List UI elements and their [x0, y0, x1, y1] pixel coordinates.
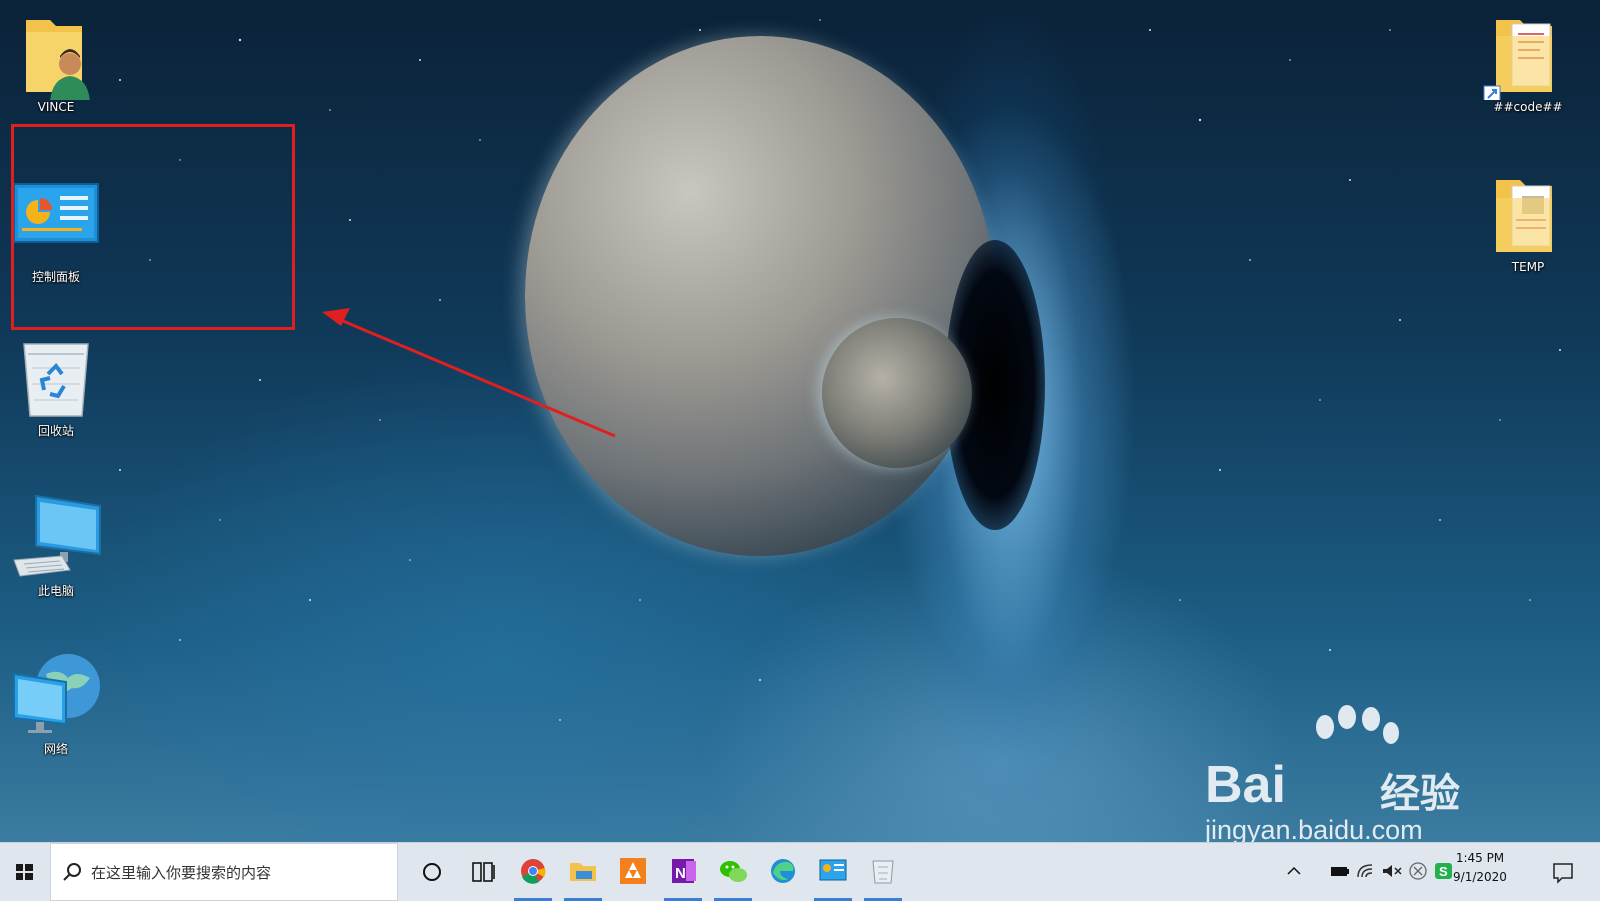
tray-wifi[interactable]	[1354, 859, 1378, 883]
taskbar: 在这里输入你要搜索的内容 N S 1:45 PM 9/1/2020	[0, 842, 1600, 901]
taskbar-app-onenote[interactable]: N	[658, 843, 708, 901]
taskbar-app-wechat[interactable]	[708, 843, 758, 901]
edge-icon	[771, 859, 795, 883]
watermark-brand: Bai	[1205, 756, 1286, 814]
recycle-taskbar-icon	[872, 860, 894, 884]
task-view-button[interactable]	[458, 843, 506, 901]
action-center-button[interactable]	[1548, 857, 1578, 887]
onenote-icon: N	[672, 859, 696, 883]
clock-time: 1:45 PM	[1455, 851, 1505, 865]
close-circle-icon	[1409, 862, 1427, 880]
notification-icon	[1553, 863, 1573, 884]
paw-logo-icon	[1316, 705, 1399, 744]
taskbar-app-explorer[interactable]	[558, 843, 608, 901]
taskbar-search[interactable]: 在这里输入你要搜索的内容	[50, 843, 398, 901]
file-explorer-icon	[570, 863, 596, 881]
tray-close-circle[interactable]	[1406, 859, 1430, 883]
taskbar-clock[interactable]: 1:45 PM 9/1/2020	[1444, 849, 1516, 887]
taskbar-app-edge[interactable]	[758, 843, 808, 901]
chevron-up-icon	[1287, 866, 1301, 875]
cortana-button[interactable]	[408, 843, 456, 901]
desktop[interactable]: VINCE 控制面板 回收站 此电脑 网络 ##code## TEMP Bai …	[0, 0, 1600, 858]
taskbar-app-orange[interactable]	[608, 843, 658, 901]
taskbar-app-recycle[interactable]	[858, 843, 908, 901]
watermark-product: 经验	[1380, 771, 1460, 817]
volume-muted-icon	[1383, 865, 1402, 877]
task-view-icon	[472, 862, 495, 882]
wifi-icon	[1357, 864, 1373, 878]
baidu-watermark: Bai 经验 jingyan.baidu.com	[1200, 705, 1500, 845]
search-icon	[63, 863, 81, 881]
start-button[interactable]	[0, 843, 50, 901]
battery-icon	[1331, 867, 1349, 876]
tray-battery[interactable]	[1328, 859, 1352, 883]
search-placeholder: 在这里输入你要搜索的内容	[91, 864, 272, 882]
wechat-icon	[720, 861, 747, 882]
orange-app-icon	[620, 858, 646, 884]
svg-text:N: N	[675, 865, 686, 882]
control-panel-taskbar-icon	[819, 859, 847, 881]
taskbar-app-control-panel[interactable]	[808, 843, 858, 901]
tray-volume[interactable]	[1380, 859, 1404, 883]
windows-start-icon	[16, 864, 33, 880]
clock-date: 9/1/2020	[1453, 870, 1507, 884]
cortana-circle-icon	[423, 863, 441, 881]
taskbar-app-chrome[interactable]	[508, 843, 558, 901]
tray-overflow-button[interactable]	[1282, 859, 1306, 883]
chrome-icon	[521, 859, 546, 884]
